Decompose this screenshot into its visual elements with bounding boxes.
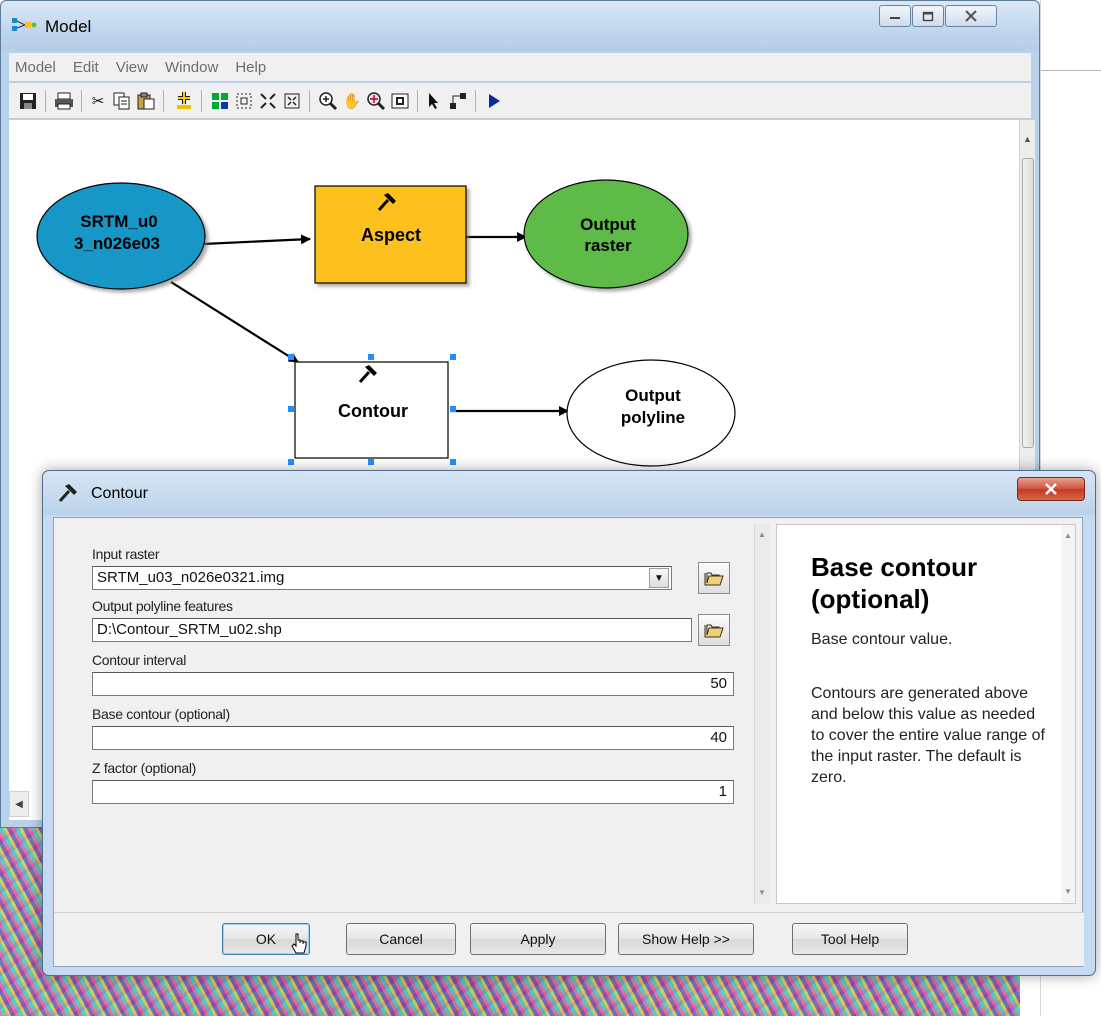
model-builder-icon — [12, 18, 37, 31]
menu-help[interactable]: Help — [235, 59, 266, 76]
scroll-thumb[interactable] — [1022, 158, 1034, 448]
connect-icon[interactable] — [447, 90, 469, 112]
output-polyline-label-line2: polyline — [621, 408, 685, 427]
overview-icon[interactable] — [389, 90, 411, 112]
help-scrollbar[interactable]: ▲ ▼ — [1061, 525, 1075, 903]
maximize-button[interactable] — [912, 5, 944, 27]
base-contour-field[interactable]: 40 — [92, 726, 734, 750]
select-pointer-icon[interactable] — [423, 90, 445, 112]
select-all-icon[interactable] — [233, 90, 255, 112]
input-raster-label: Input raster — [92, 546, 160, 562]
scroll-down-icon[interactable]: ▼ — [758, 888, 766, 897]
add-data-icon[interactable] — [173, 90, 195, 112]
z-factor-field[interactable]: 1 — [92, 780, 734, 804]
zoom-in-icon[interactable] — [317, 90, 339, 112]
parameters-scrollbar[interactable]: ▲ ▼ — [754, 524, 770, 904]
contour-tool-label: Contour — [338, 401, 408, 421]
connector-input-contour[interactable] — [170, 281, 299, 363]
maximize-icon — [922, 11, 934, 21]
contour-interval-field[interactable]: 50 — [92, 672, 734, 696]
output-raster-label-line1: Output — [580, 215, 636, 234]
output-raster-label-line2: raster — [584, 236, 632, 255]
window-title: Model — [45, 17, 92, 36]
help-description: Contours are generated above and below t… — [811, 685, 1045, 786]
dialog-body: Input raster SRTM_u03_n026e0321.img ▼ Ou… — [53, 517, 1084, 967]
scroll-up-icon[interactable]: ▲ — [758, 530, 766, 539]
help-title: Base contour (optional) — [811, 552, 978, 614]
scroll-left-button[interactable]: ◀ — [9, 791, 29, 817]
output-polyline-field[interactable]: D:\Contour_SRTM_u02.shp — [92, 618, 692, 642]
aspect-tool-label: Aspect — [361, 225, 421, 245]
run-icon[interactable] — [483, 90, 505, 112]
show-help-button[interactable]: Show Help >> — [618, 923, 754, 955]
output-polyline-label: Output polyline features — [92, 598, 233, 614]
scroll-up-icon[interactable]: ▲ — [1023, 134, 1032, 144]
apply-button[interactable]: Apply — [470, 923, 606, 955]
cut-icon[interactable]: ✂ — [87, 90, 109, 112]
scroll-up-icon[interactable]: ▲ — [1064, 531, 1072, 540]
output-raster-node[interactable]: Output raster — [523, 179, 689, 289]
chevron-down-icon: ▼ — [654, 572, 664, 584]
dialog-button-row: OK Cancel Apply Show Help >> Tool Help — [54, 912, 1084, 966]
contour-tool-node[interactable]: Contour — [288, 354, 456, 465]
minimize-icon — [890, 17, 900, 19]
input-raster-field[interactable]: SRTM_u03_n026e0321.img — [92, 566, 672, 590]
vertical-scrollbar[interactable]: ▲ — [1019, 120, 1035, 470]
parameters-panel: Input raster SRTM_u03_n026e0321.img ▼ Ou… — [72, 524, 752, 904]
folder-open-icon — [704, 572, 724, 586]
cancel-button[interactable]: Cancel — [346, 923, 456, 955]
close-button[interactable] — [945, 5, 997, 27]
scroll-left-icon: ◀ — [15, 798, 23, 810]
save-icon[interactable] — [17, 90, 39, 112]
print-icon[interactable] — [53, 90, 75, 112]
dialog-close-button[interactable] — [1017, 477, 1085, 501]
aspect-tool-node[interactable]: Aspect — [314, 185, 467, 284]
copy-icon[interactable] — [111, 90, 133, 112]
menu-model[interactable]: Model — [15, 59, 56, 76]
toolbar: ✂ ✋ — [9, 83, 1031, 119]
help-panel: Base contour (optional) Base contour val… — [776, 524, 1076, 904]
auto-layout-icon[interactable] — [209, 90, 231, 112]
folder-open-icon — [704, 624, 724, 638]
full-extent-icon[interactable] — [257, 90, 279, 112]
base-contour-label: Base contour (optional) — [92, 706, 230, 722]
dialog-title: Contour — [91, 485, 148, 502]
contour-tool-dialog: Contour Input raster SRTM_u03_n026e0321.… — [42, 470, 1096, 976]
paste-icon[interactable] — [135, 90, 157, 112]
connector-input-aspect[interactable] — [202, 234, 311, 246]
output-polyline-browse-button[interactable] — [698, 614, 730, 646]
hammer-icon — [58, 484, 77, 503]
menu-edit[interactable]: Edit — [73, 59, 99, 76]
input-node-label-line1: SRTM_u0 — [80, 212, 157, 231]
output-polyline-label-line1: Output — [625, 386, 681, 405]
contour-interval-label: Contour interval — [92, 652, 187, 668]
help-summary: Base contour value. — [811, 631, 953, 648]
model-titlebar[interactable]: Model — [1, 1, 1039, 51]
input-raster-node[interactable]: SRTM_u0 3_n026e03 — [36, 182, 206, 290]
output-polyline-node[interactable]: Output polyline — [566, 359, 736, 467]
zoom-tool-icon[interactable] — [365, 90, 387, 112]
tool-help-button[interactable]: Tool Help — [792, 923, 908, 955]
dialog-titlebar[interactable]: Contour — [43, 471, 1095, 515]
menu-view[interactable]: View — [116, 59, 148, 76]
mouse-cursor-icon — [291, 933, 307, 954]
input-raster-browse-button[interactable] — [698, 562, 730, 594]
scroll-down-icon[interactable]: ▼ — [1064, 887, 1072, 896]
menu-bar: Model Edit View Window Help — [9, 53, 1031, 81]
input-node-label-line2: 3_n026e03 — [74, 234, 160, 253]
fit-icon[interactable] — [281, 90, 303, 112]
pan-icon[interactable]: ✋ — [341, 90, 363, 112]
close-icon — [965, 10, 977, 22]
z-factor-label: Z factor (optional) — [92, 760, 197, 776]
close-icon — [1045, 483, 1057, 495]
input-raster-dropdown[interactable]: ▼ — [649, 568, 669, 588]
minimize-button[interactable] — [879, 5, 911, 27]
menu-window[interactable]: Window — [165, 59, 218, 76]
